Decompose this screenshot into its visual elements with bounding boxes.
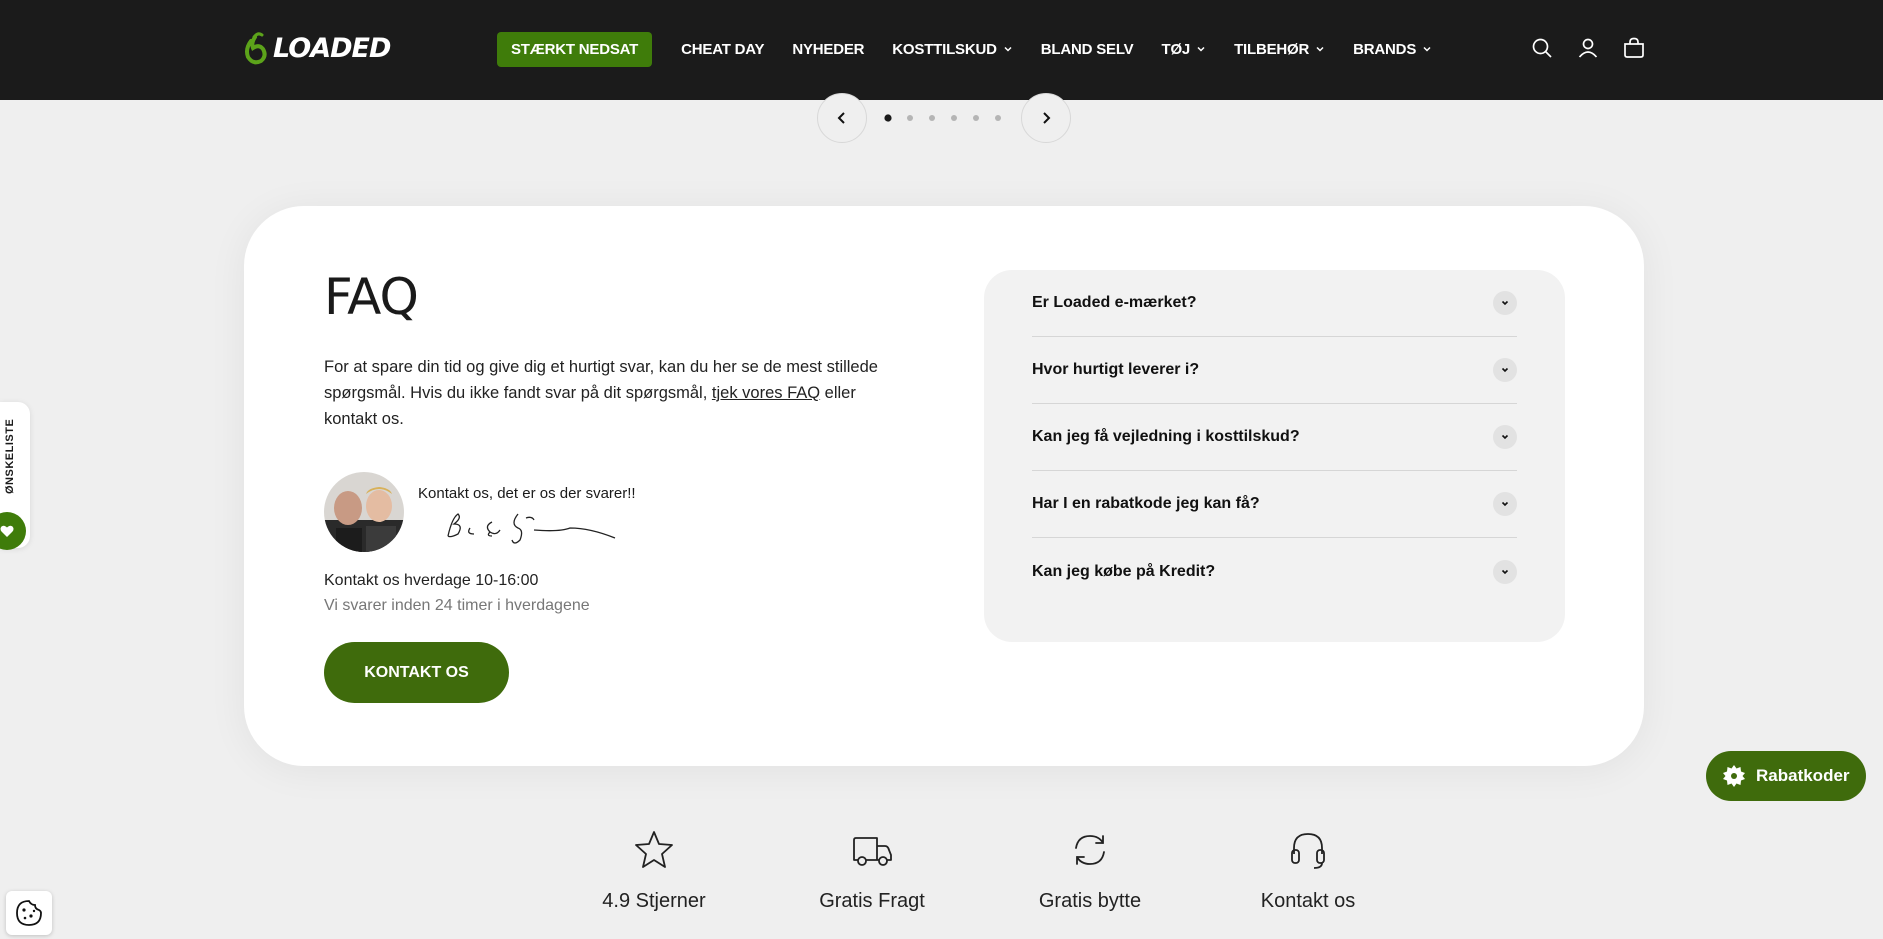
nav-item-label: CHEAT DAY (681, 40, 765, 58)
faq-item[interactable]: Hvor hurtigt leverer i? (1032, 337, 1517, 404)
chevron-right-icon (1043, 112, 1051, 124)
logo-mark-icon (245, 32, 267, 65)
chevron-down-icon (1493, 492, 1517, 516)
nav-item-staerkt-nedsat[interactable]: STÆRKT NEDSAT (497, 31, 653, 67)
carousel-dot[interactable] (951, 115, 957, 121)
truck-icon (853, 837, 892, 866)
feature-label: Gratis Fragt (819, 890, 925, 912)
headset-icon (1291, 833, 1325, 869)
feature-row: 4.9 Stjerner Gratis Fragt Gratis bytte K… (545, 828, 1417, 913)
contact-hours: Kontakt os hverdage 10-16:00 (324, 572, 539, 589)
faq-section: FAQ For at spare din tid og give dig et … (244, 206, 1644, 766)
chevron-down-icon (1493, 425, 1517, 449)
site-header: LOADED STÆRKT NEDSAT CHEAT DAY NYHEDER K… (0, 0, 1883, 100)
discount-codes-label: Rabatkoder (1756, 766, 1850, 785)
faq-item[interactable]: Har I en rabatkode jeg kan få? (1032, 471, 1517, 538)
header-icons (1530, 36, 1646, 60)
faq-question: Hvor hurtigt leverer i? (1032, 361, 1200, 378)
faq-item[interactable]: Er Loaded e-mærket? (1032, 270, 1517, 337)
chevron-down-icon (1493, 358, 1517, 382)
nav-item-label: BRANDS (1353, 40, 1417, 58)
main-nav: STÆRKT NEDSAT CHEAT DAY NYHEDER KOSTTILS… (497, 31, 1460, 67)
faq-item[interactable]: Kan jeg købe på Kredit? (1032, 538, 1517, 605)
account-icon[interactable] (1576, 36, 1600, 60)
chevron-down-icon (1316, 46, 1324, 52)
faq-link[interactable]: tjek vores FAQ (712, 384, 820, 402)
carousel-dots (884, 114, 1002, 122)
feature-rating: 4.9 Stjerner (545, 828, 763, 913)
faq-question: Har I en rabatkode jeg kan få? (1032, 495, 1260, 512)
feature-contact: Kontakt os (1199, 828, 1417, 913)
contact-button[interactable]: KONTAKT OS (324, 642, 509, 703)
nav-item-label: STÆRKT NEDSAT (511, 40, 639, 58)
faq-question: Kan jeg få vejledning i kosttilskud? (1032, 428, 1300, 445)
faq-accordion: Er Loaded e-mærket? Hvor hurtigt leverer… (984, 270, 1565, 642)
nav-item-bland-selv[interactable]: BLAND SELV (1041, 41, 1134, 58)
badge-icon (1723, 765, 1745, 787)
chevron-down-icon (1197, 46, 1205, 52)
chevron-down-icon (1493, 291, 1517, 315)
faq-item[interactable]: Kan jeg få vejledning i kosttilskud? (1032, 404, 1517, 471)
carousel-prev-button[interactable] (817, 93, 867, 143)
carousel-dot[interactable] (995, 115, 1001, 121)
nav-item-cheat-day[interactable]: CHEAT DAY (681, 41, 764, 58)
nav-item-nyheder[interactable]: NYHEDER (792, 41, 864, 58)
feature-exchange: Gratis bytte (981, 828, 1199, 913)
carousel-dot[interactable] (973, 115, 979, 121)
nav-item-label: NYHEDER (792, 40, 865, 58)
wishlist-tab[interactable]: ØNSKELISTE (0, 402, 30, 550)
feature-label: Gratis bytte (1038, 890, 1142, 912)
nav-item-label: BLAND SELV (1040, 40, 1134, 58)
signature-icon (447, 513, 616, 544)
nav-item-label: TILBEHØR (1234, 40, 1310, 58)
nav-item-kosttilskud[interactable]: KOSTTILSKUD (892, 41, 1012, 58)
carousel-dot[interactable] (884, 114, 892, 122)
carousel-dot[interactable] (907, 115, 913, 121)
feature-shipping: Gratis Fragt (763, 828, 981, 913)
cart-icon[interactable] (1622, 36, 1646, 60)
faq-intro: For at spare din tid og give dig et hurt… (324, 354, 894, 432)
heart-icon (0, 512, 26, 550)
exchange-icon (1075, 835, 1105, 865)
logo-text: LOADED (273, 32, 391, 64)
cookie-settings-button[interactable] (6, 891, 52, 935)
search-icon[interactable] (1530, 36, 1554, 60)
contact-persons: Kontakt os, det er os der svarer!! (324, 472, 724, 558)
cookie-icon (16, 900, 42, 926)
feature-label: 4.9 Stjerner (602, 890, 706, 912)
discount-codes-button[interactable]: Rabatkoder (1706, 751, 1866, 801)
nav-item-brands[interactable]: BRANDS (1353, 41, 1432, 58)
nav-item-tilbehor[interactable]: TILBEHØR (1234, 41, 1325, 58)
carousel-next-button[interactable] (1021, 93, 1071, 143)
faq-question: Kan jeg købe på Kredit? (1032, 562, 1216, 580)
faq-question: Er Loaded e-mærket? (1032, 294, 1197, 311)
nav-item-label: KOSTTILSKUD (892, 40, 997, 58)
logo[interactable]: LOADED (243, 28, 391, 68)
chevron-left-icon (837, 112, 845, 124)
chevron-down-icon (1004, 46, 1012, 52)
chevron-down-icon (1423, 46, 1431, 52)
faq-title: FAQ (324, 268, 419, 326)
nav-item-toj[interactable]: TØJ (1162, 41, 1207, 58)
wishlist-label: ØNSKELISTE (4, 418, 16, 494)
carousel-dot[interactable] (929, 115, 935, 121)
star-icon (635, 831, 673, 868)
avatar (324, 472, 404, 552)
feature-label: Kontakt os (1260, 890, 1356, 912)
nav-item-label: TØJ (1161, 40, 1191, 58)
contact-line: Kontakt os, det er os der svarer!! (418, 485, 636, 502)
chevron-down-icon (1493, 559, 1517, 584)
reply-time: Vi svarer inden 24 timer i hverdagene (324, 597, 590, 614)
